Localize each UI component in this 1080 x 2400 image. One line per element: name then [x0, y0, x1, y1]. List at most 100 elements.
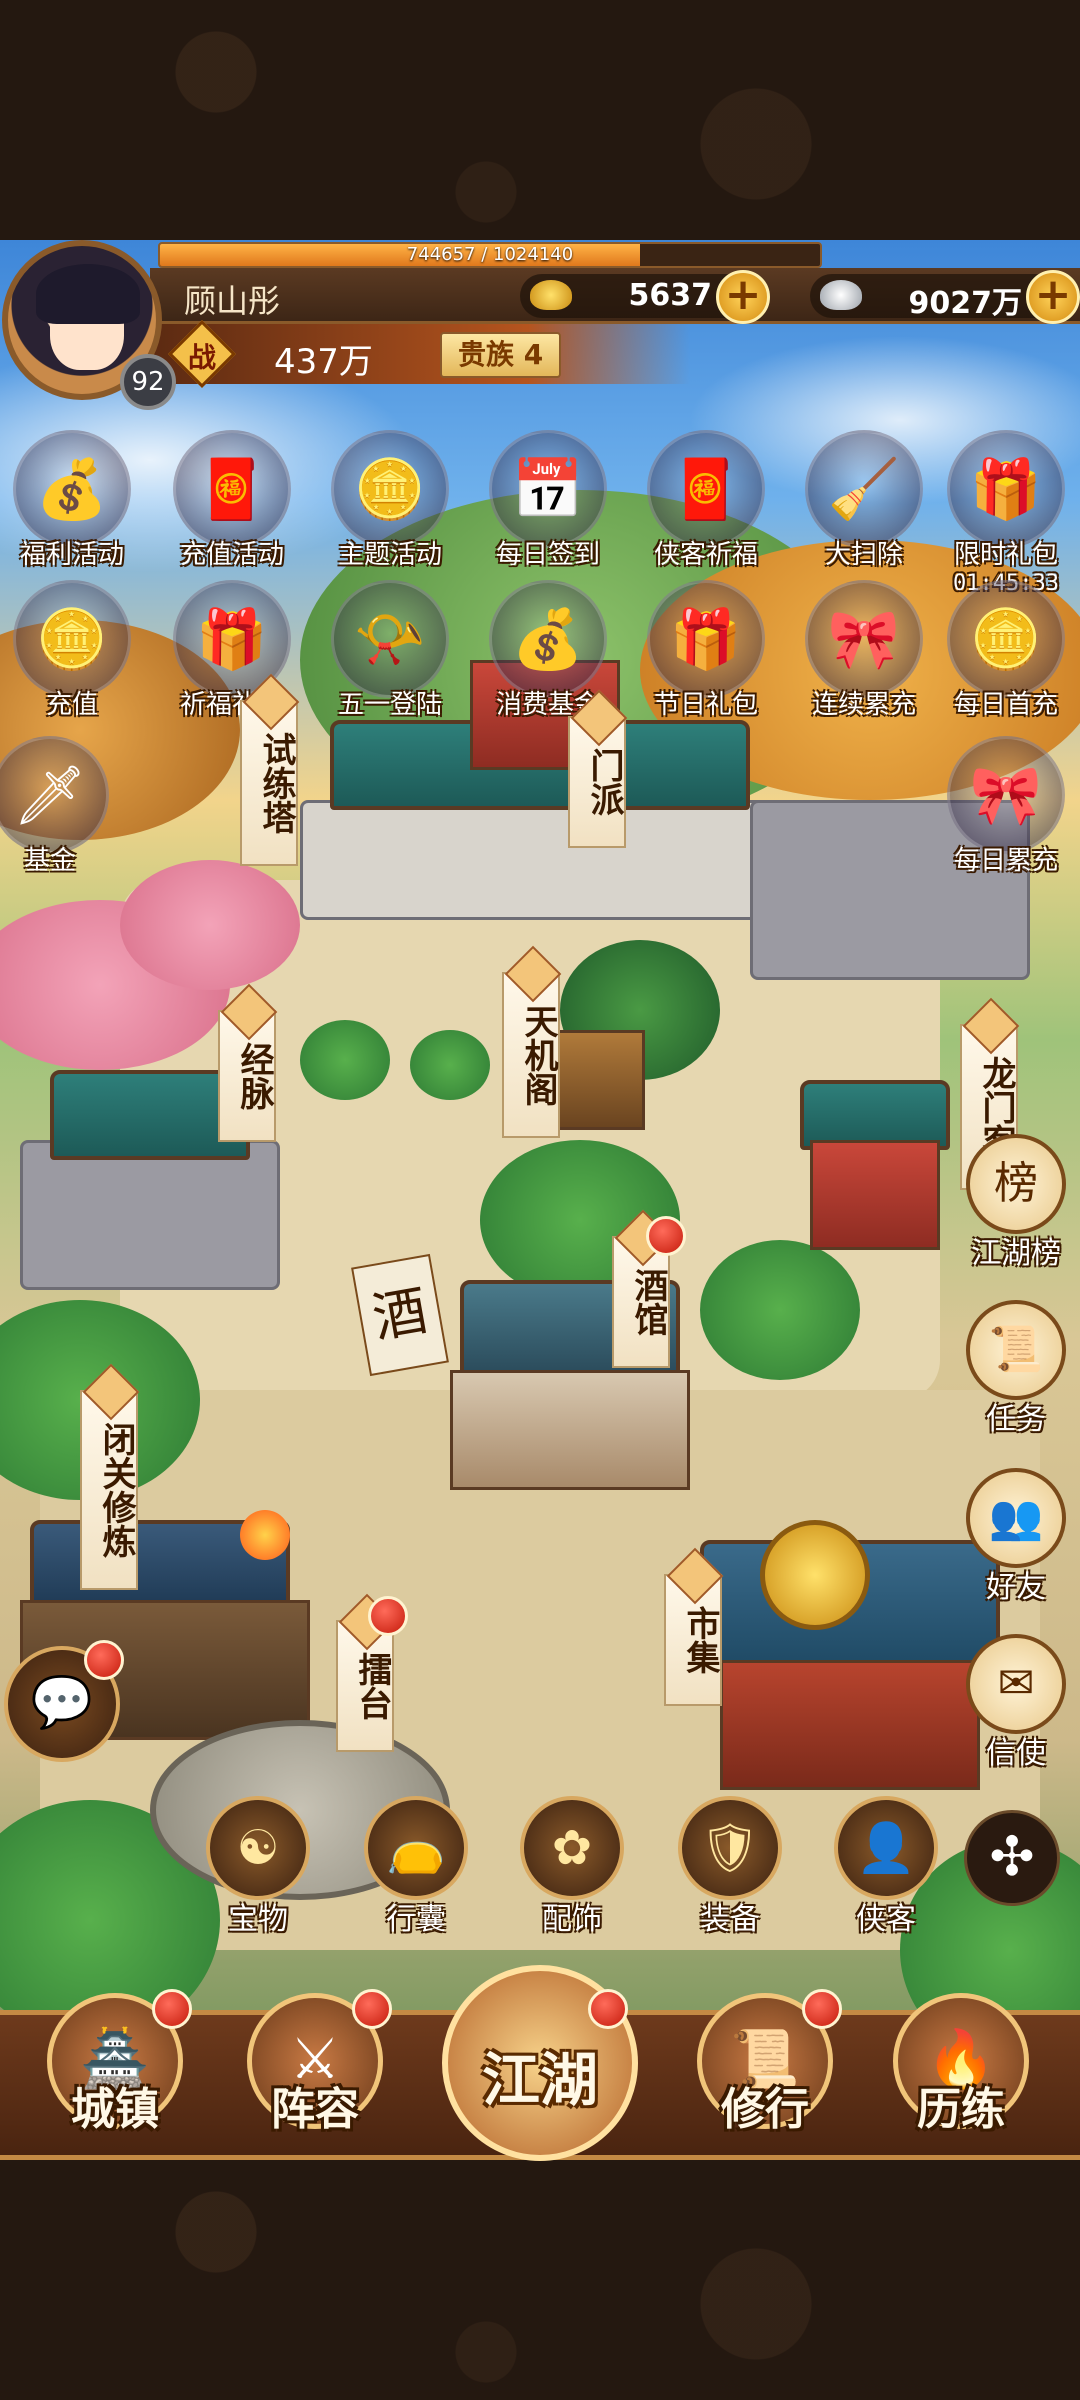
messenger-button[interactable]: ✉ 信使	[956, 1634, 1076, 1772]
activity-label: 节日礼包	[653, 690, 758, 720]
tianji-pagoda	[555, 1030, 645, 1130]
player-name[interactable]: 顾山彤	[184, 276, 280, 322]
lineup-notification-dot	[352, 1989, 392, 2029]
meridian-platform	[20, 1140, 280, 1290]
building-sect[interactable]: 门派	[568, 716, 626, 848]
jianghu-notification-dot	[588, 1989, 628, 2029]
nav-trials[interactable]: 🔥 历练	[886, 1993, 1036, 2137]
quest-button[interactable]: 📜 任务	[956, 1300, 1076, 1438]
sword-icon: 🗡	[0, 736, 109, 854]
market-wall	[720, 1660, 980, 1790]
activity-label: 五一登陆	[337, 690, 442, 720]
side-button-label: 信使	[986, 1736, 1046, 1771]
activity-label: 侠客祈福	[653, 540, 758, 570]
activity-daily-first-recharge[interactable]: 🪙 每日首充	[936, 580, 1076, 721]
friends-icon: 👥	[966, 1468, 1066, 1568]
activity-limited-gift[interactable]: 🎁 限时礼包 01:45:33	[936, 430, 1076, 596]
activity-label: 充值	[45, 690, 98, 720]
letter-icon: ✉	[966, 1634, 1066, 1734]
combat-power-value: 437万	[274, 342, 373, 382]
activity-recharge-event[interactable]: 🧧 充值活动	[162, 430, 302, 571]
bottom-decorative-band	[0, 2160, 1080, 2400]
calendar-icon: 📅	[489, 430, 607, 548]
activity-label: 主题活动	[337, 540, 442, 570]
red-envelope-icon: 🧧	[173, 430, 291, 548]
nav-label: 阵容	[271, 2084, 359, 2135]
activity-label: 连续累充	[811, 690, 916, 720]
experience-bar: 744657 / 1024140	[158, 242, 822, 268]
player-level-badge: 92	[120, 354, 176, 410]
equip-label: 配饰	[542, 1902, 602, 1937]
activity-welfare[interactable]: 💰 福利活动	[2, 430, 142, 571]
activity-may-day-login[interactable]: 📯 五一登陆	[320, 580, 460, 721]
round-tree	[300, 1020, 390, 1100]
round-tree	[700, 1240, 860, 1380]
tavern-notification-dot	[646, 1216, 686, 1256]
activity-label: 充值活动	[179, 540, 284, 570]
bag-button[interactable]: 👝 行囊	[356, 1796, 476, 1938]
building-training-tower[interactable]: 试练塔	[240, 700, 298, 866]
hero-button[interactable]: 👤 侠客	[826, 1796, 946, 1938]
side-button-label: 江湖榜	[971, 1236, 1061, 1271]
nav-label: 江湖	[481, 2046, 598, 2114]
bottom-navigation: 🏯 城镇 ⚔ 阵容 江湖 📜 修行 🔥 历练	[0, 1965, 1080, 2161]
activity-fund[interactable]: 🗡 基金	[0, 736, 120, 877]
gold-amount: 5637	[628, 278, 713, 313]
top-decorative-band	[0, 0, 1080, 240]
activity-hero-prayer[interactable]: 🧧 侠客祈福	[636, 430, 776, 571]
activity-label: 限时礼包	[953, 540, 1058, 570]
treasure-box-icon: 🎀	[805, 580, 923, 698]
silver-ingot-icon	[820, 280, 862, 310]
coin-ornament	[760, 1520, 870, 1630]
broom-icon: 🧹	[805, 430, 923, 548]
gold-ingot-icon: 🪙	[331, 430, 449, 548]
expand-menu-button[interactable]: ✣	[964, 1810, 1060, 1906]
building-tavern[interactable]: 酒馆	[612, 1236, 670, 1368]
noble-rank-badge[interactable]: 贵族 4	[440, 332, 562, 378]
activity-cleanup[interactable]: 🧹 大扫除	[794, 430, 934, 571]
treasure-icon: ☯	[206, 1796, 310, 1900]
activity-festival-pack[interactable]: 🎁 节日礼包	[636, 580, 776, 721]
combat-power-bar: 战 437万 贵族 4	[150, 320, 690, 388]
activity-label: 大扫除	[824, 540, 903, 570]
power-label: 战	[188, 341, 217, 374]
friends-button[interactable]: 👥 好友	[956, 1468, 1076, 1606]
lucky-bag-icon: 💰	[13, 430, 131, 548]
gift-bag-icon: 🎁	[947, 430, 1065, 548]
building-arena[interactable]: 擂台	[336, 1620, 394, 1752]
gift-bag-icon: 🎁	[647, 580, 765, 698]
equip-label: 行囊	[386, 1902, 446, 1937]
player-header: 744657 / 1024140 顾山彤 5637 + 9027万 + 战 43…	[0, 238, 1080, 410]
activity-recharge[interactable]: 🪙 充值	[2, 580, 142, 721]
ranking-button[interactable]: 榜 江湖榜	[956, 1134, 1076, 1272]
red-envelope-icon: 🧧	[647, 430, 765, 548]
activity-continuous-recharge[interactable]: 🎀 连续累充	[794, 580, 934, 721]
activity-daily-cumulative[interactable]: 🎀 每日累充	[936, 736, 1076, 877]
add-gold-button[interactable]: +	[716, 270, 770, 324]
building-market[interactable]: 市集	[664, 1574, 722, 1706]
activity-daily-checkin[interactable]: 📅 每日签到	[478, 430, 618, 571]
arena-notification-dot	[368, 1596, 408, 1636]
accessory-button[interactable]: ✿ 配饰	[512, 1796, 632, 1938]
silver-currency: 9027万 +	[810, 270, 1080, 324]
horn-icon: 📯	[331, 580, 449, 698]
equipment-button[interactable]: 🛡 装备	[670, 1796, 790, 1938]
lucky-bag-icon: 💰	[489, 580, 607, 698]
building-tianji-pavilion[interactable]: 天机阁	[502, 972, 560, 1138]
activity-label: 每日首充	[953, 690, 1058, 720]
activity-theme[interactable]: 🪙 主题活动	[320, 430, 460, 571]
chat-notification-dot	[84, 1640, 124, 1680]
equip-label: 装备	[700, 1902, 760, 1937]
building-retreat[interactable]: 闭关修炼	[80, 1390, 138, 1590]
activity-label: 每日签到	[495, 540, 600, 570]
gold-ingot-icon: 🪙	[947, 580, 1065, 698]
activity-label: 福利活动	[19, 540, 124, 570]
treasure-button[interactable]: ☯ 宝物	[198, 1796, 318, 1938]
add-silver-button[interactable]: +	[1026, 270, 1080, 324]
forge-fire	[240, 1510, 290, 1560]
side-button-label: 好友	[986, 1570, 1046, 1605]
equip-label: 宝物	[228, 1902, 288, 1937]
building-meridian[interactable]: 经脉	[218, 1010, 276, 1142]
activity-label: 基金	[23, 846, 76, 876]
silver-amount: 9027万	[908, 286, 1023, 321]
